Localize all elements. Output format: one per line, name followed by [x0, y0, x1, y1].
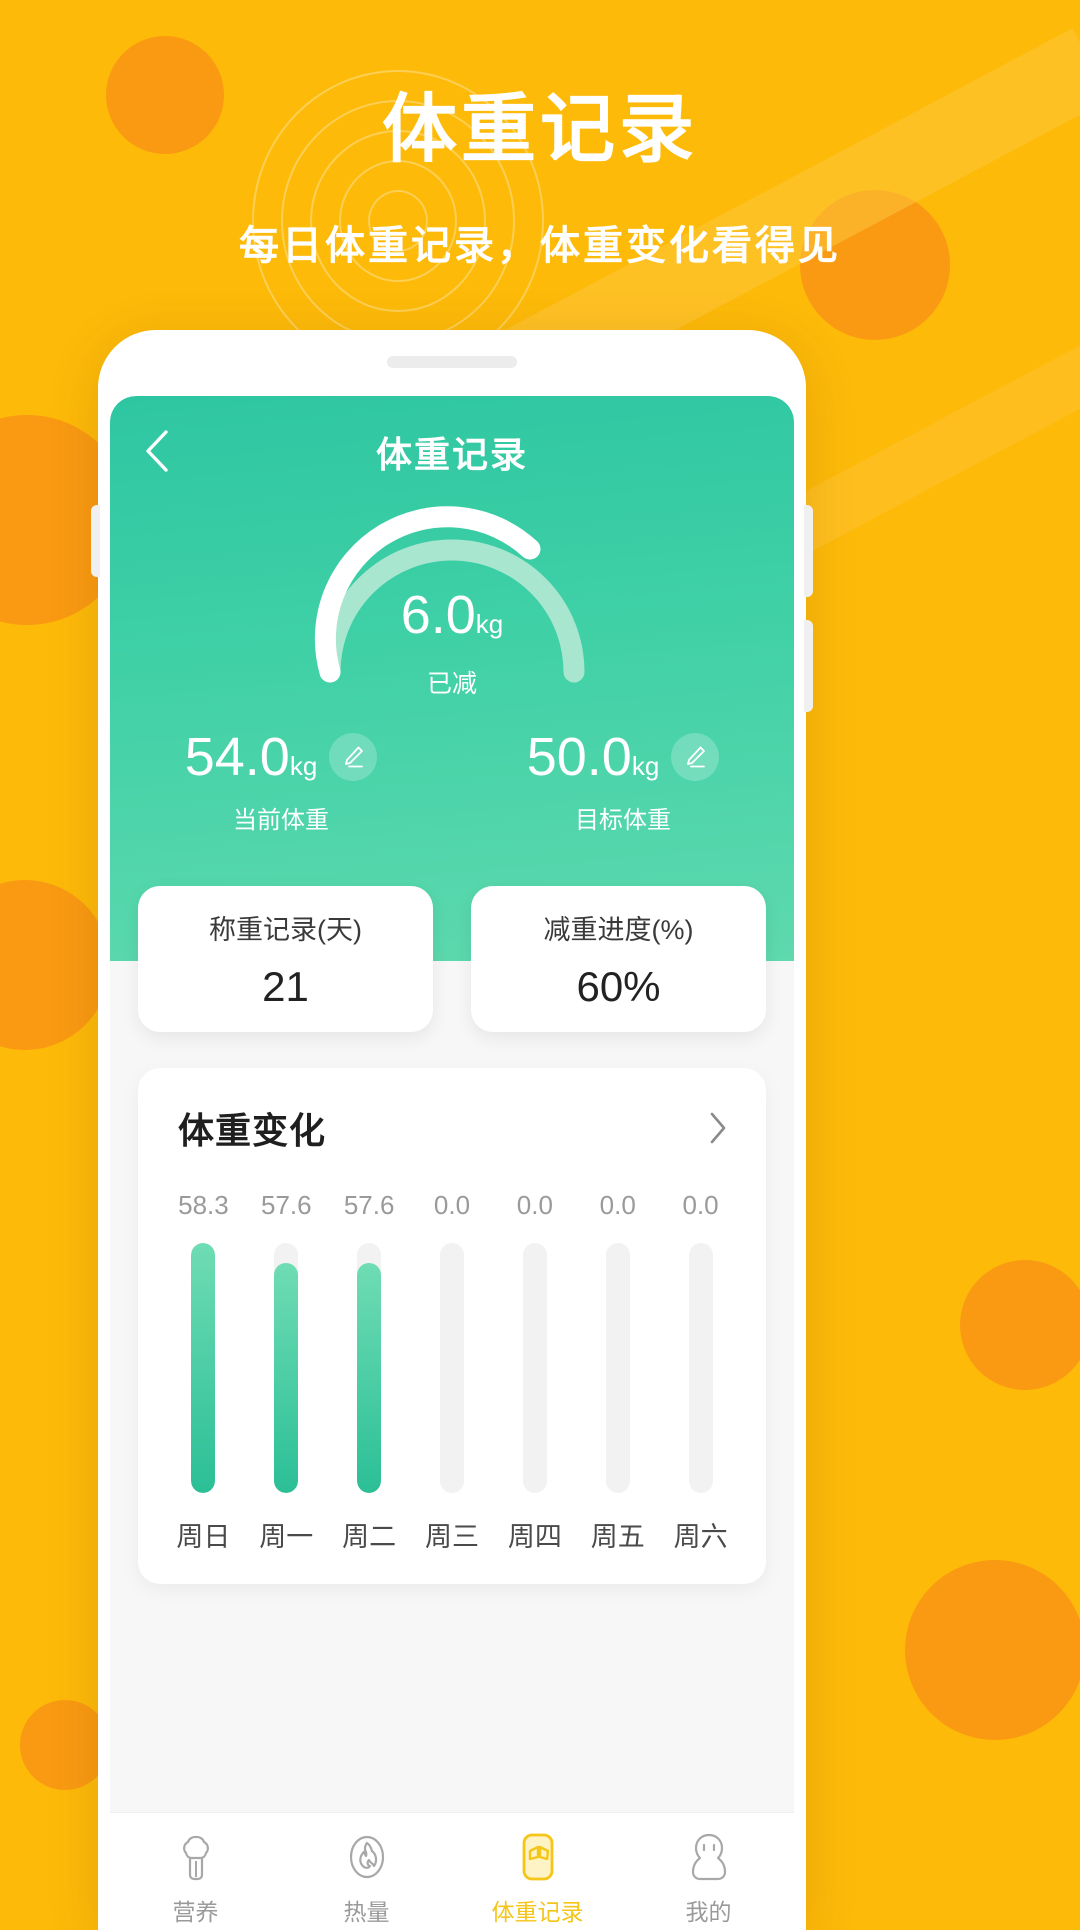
bar-day-label: 周日 [176, 1522, 231, 1552]
app-title: 体重记录 [375, 434, 528, 475]
phone-side-button [804, 505, 813, 597]
target-weight-block: 50.0kg 目标体重 [452, 730, 794, 835]
target-weight-value: 50.0 [526, 727, 632, 787]
target-weight-value-row: 50.0kg [527, 730, 660, 784]
weight-change-card: 体重变化 58.3 周日 57.6 周一 57.6 周二 0.0 周三 0.0 周四 0.0 周五 0.… [138, 1068, 766, 1584]
decorative-circle [0, 880, 110, 1050]
flame-icon [349, 1835, 384, 1879]
gauge-value: 6.0 [400, 585, 476, 645]
phone-speaker [387, 356, 517, 368]
bar-track [688, 1243, 713, 1493]
bar-value-label: 0.0 [433, 1190, 471, 1220]
stat-value: 60% [576, 962, 661, 1010]
bar-day-label: 周一 [259, 1522, 314, 1552]
decorative-circle [20, 1700, 110, 1790]
bar-track [357, 1243, 382, 1493]
tab-label: 体重记录 [491, 1899, 584, 1925]
chart-card-header: 体重变化 [138, 1102, 766, 1154]
phone-mockup: 体重记录 6.0kg 已减 54.0kg 当前体重 50.0kg 目标体重 称重… [91, 330, 813, 1930]
bar-track [605, 1243, 630, 1493]
bar-day-label: 周三 [425, 1522, 479, 1552]
current-weight-label: 当前体重 [233, 807, 329, 834]
stat-card-progress[interactable]: 减重进度(%) 60% [471, 886, 766, 1032]
stat-title: 称重记录(天) [209, 914, 362, 945]
bar-day-label: 周五 [590, 1522, 645, 1552]
tab-label: 营养 [172, 1899, 219, 1925]
chart-title: 体重变化 [178, 1110, 327, 1151]
bar-value-label: 0.0 [516, 1190, 553, 1220]
bar-column[interactable]: 0.0 周三 [411, 1190, 494, 1554]
bar-column[interactable]: 0.0 周五 [576, 1190, 659, 1554]
bar-fill [357, 1263, 382, 1493]
bar-fill [191, 1243, 216, 1493]
phone-side-button [804, 620, 813, 712]
tab-profile[interactable]: 我的 [623, 1813, 794, 1930]
bar-value-label: 57.6 [343, 1190, 395, 1220]
decorative-circle [905, 1560, 1080, 1740]
page-title: 体重记录 [381, 87, 698, 171]
stat-card-weighin-days[interactable]: 称重记录(天) 21 [138, 886, 433, 1032]
stat-cards: 称重记录(天) 21 减重进度(%) 60% [138, 886, 766, 1032]
weights-row: 54.0kg 当前体重 50.0kg 目标体重 [110, 730, 794, 835]
gauge-label: 已减 [426, 670, 477, 698]
tab-weight-record[interactable]: 体重记录 [452, 1813, 623, 1930]
stat-title: 减重进度(%) [543, 914, 694, 945]
bar-column[interactable]: 0.0 周六 [659, 1190, 742, 1554]
gauge-value-row: 6.0kg [110, 588, 794, 642]
decorative-circle [960, 1260, 1080, 1390]
pencil-edit-icon [687, 746, 706, 768]
bar-day-label: 周四 [507, 1522, 562, 1552]
current-weight-value-row: 54.0kg [185, 730, 318, 784]
edit-target-weight-button[interactable] [671, 733, 720, 781]
bar-column[interactable]: 57.6 周一 [245, 1190, 328, 1554]
current-weight-unit: kg [289, 751, 318, 781]
phone-side-button [91, 505, 100, 577]
edit-current-weight-button[interactable] [329, 733, 378, 781]
tab-nutrition[interactable]: 营养 [110, 1813, 281, 1930]
app-navbar: 体重记录 [110, 396, 794, 502]
bar-track [440, 1243, 464, 1493]
bar-value-label: 0.0 [682, 1190, 719, 1220]
stat-value: 21 [262, 962, 309, 1010]
current-weight-row: 54.0kg [110, 730, 452, 784]
scale-icon [522, 1833, 553, 1881]
bar-value-label: 58.3 [178, 1190, 229, 1220]
weight-summary-header: 体重记录 6.0kg 已减 54.0kg 当前体重 50.0kg 目标体重 [110, 396, 794, 961]
current-weight-block: 54.0kg 当前体重 [110, 730, 452, 835]
app-screen: 体重记录 6.0kg 已减 54.0kg 当前体重 50.0kg 目标体重 称重… [110, 396, 794, 1930]
weight-bar-chart: 58.3 周日 57.6 周一 57.6 周二 0.0 周三 0.0 周四 0.0 周五 0.0 周六 [138, 1190, 766, 1554]
page-subtitle: 每日体重记录，体重变化看得见 [239, 224, 841, 268]
tab-label: 我的 [685, 1899, 732, 1925]
tab-label: 热量 [343, 1899, 390, 1925]
bar-column[interactable]: 58.3 周日 [162, 1190, 245, 1554]
bar-value-label: 57.6 [260, 1190, 312, 1220]
bar-value-label: 0.0 [599, 1190, 636, 1220]
bottom-tabbar: 营养 热量 体重记录 我的 [110, 1812, 794, 1930]
target-weight-unit: kg [631, 751, 660, 781]
bar-track [191, 1243, 216, 1493]
bar-fill [274, 1263, 299, 1493]
bar-track [274, 1243, 299, 1493]
tab-calories[interactable]: 热量 [281, 1813, 452, 1930]
bar-column[interactable]: 57.6 周二 [328, 1190, 411, 1554]
hero-section: 体重记录 每日体重记录，体重变化看得见 [0, 0, 1080, 271]
weight-loss-gauge: 6.0kg 已减 [110, 502, 794, 702]
bar-column[interactable]: 0.0 周四 [493, 1190, 576, 1554]
pencil-edit-icon [345, 746, 364, 768]
target-weight-row: 50.0kg [452, 730, 794, 784]
person-icon [691, 1833, 726, 1881]
bar-track [522, 1243, 547, 1493]
gauge-readout: 6.0kg 已减 [110, 588, 794, 700]
bar-day-label: 周六 [673, 1522, 728, 1552]
broccoli-icon [182, 1835, 209, 1881]
target-weight-label: 目标体重 [575, 807, 671, 834]
chevron-right-icon[interactable] [708, 1111, 728, 1145]
current-weight-value: 54.0 [184, 727, 290, 787]
gauge-unit: kg [475, 609, 504, 639]
bar-day-label: 周二 [342, 1522, 397, 1552]
